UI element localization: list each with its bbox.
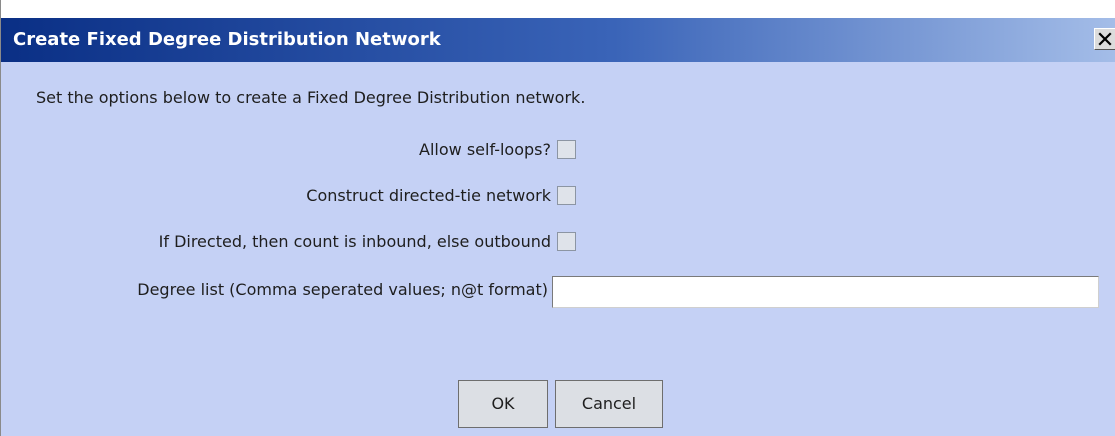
degree-list-label: Degree list (Comma seperated values; n@t… — [137, 280, 548, 299]
top-strip — [1, 0, 1115, 18]
directed-tie-checkbox[interactable] — [557, 186, 576, 205]
inbound-outbound-label: If Directed, then count is inbound, else… — [158, 232, 551, 251]
directed-tie-label: Construct directed-tie network — [306, 186, 551, 205]
close-icon — [1095, 29, 1115, 49]
instructions-text: Set the options below to create a Fixed … — [36, 88, 586, 107]
cancel-button[interactable]: Cancel — [555, 380, 663, 428]
close-button[interactable] — [1094, 28, 1115, 50]
allow-self-loops-label: Allow self-loops? — [419, 140, 551, 159]
inbound-outbound-checkbox[interactable] — [557, 232, 576, 251]
dialog-title: Create Fixed Degree Distribution Network — [13, 29, 441, 50]
allow-self-loops-checkbox[interactable] — [557, 140, 576, 159]
degree-list-input[interactable] — [552, 276, 1099, 308]
title-bar[interactable]: Create Fixed Degree Distribution Network — [1, 18, 1115, 62]
ok-button[interactable]: OK — [458, 380, 548, 428]
dialog-window: Create Fixed Degree Distribution Network… — [0, 0, 1115, 436]
